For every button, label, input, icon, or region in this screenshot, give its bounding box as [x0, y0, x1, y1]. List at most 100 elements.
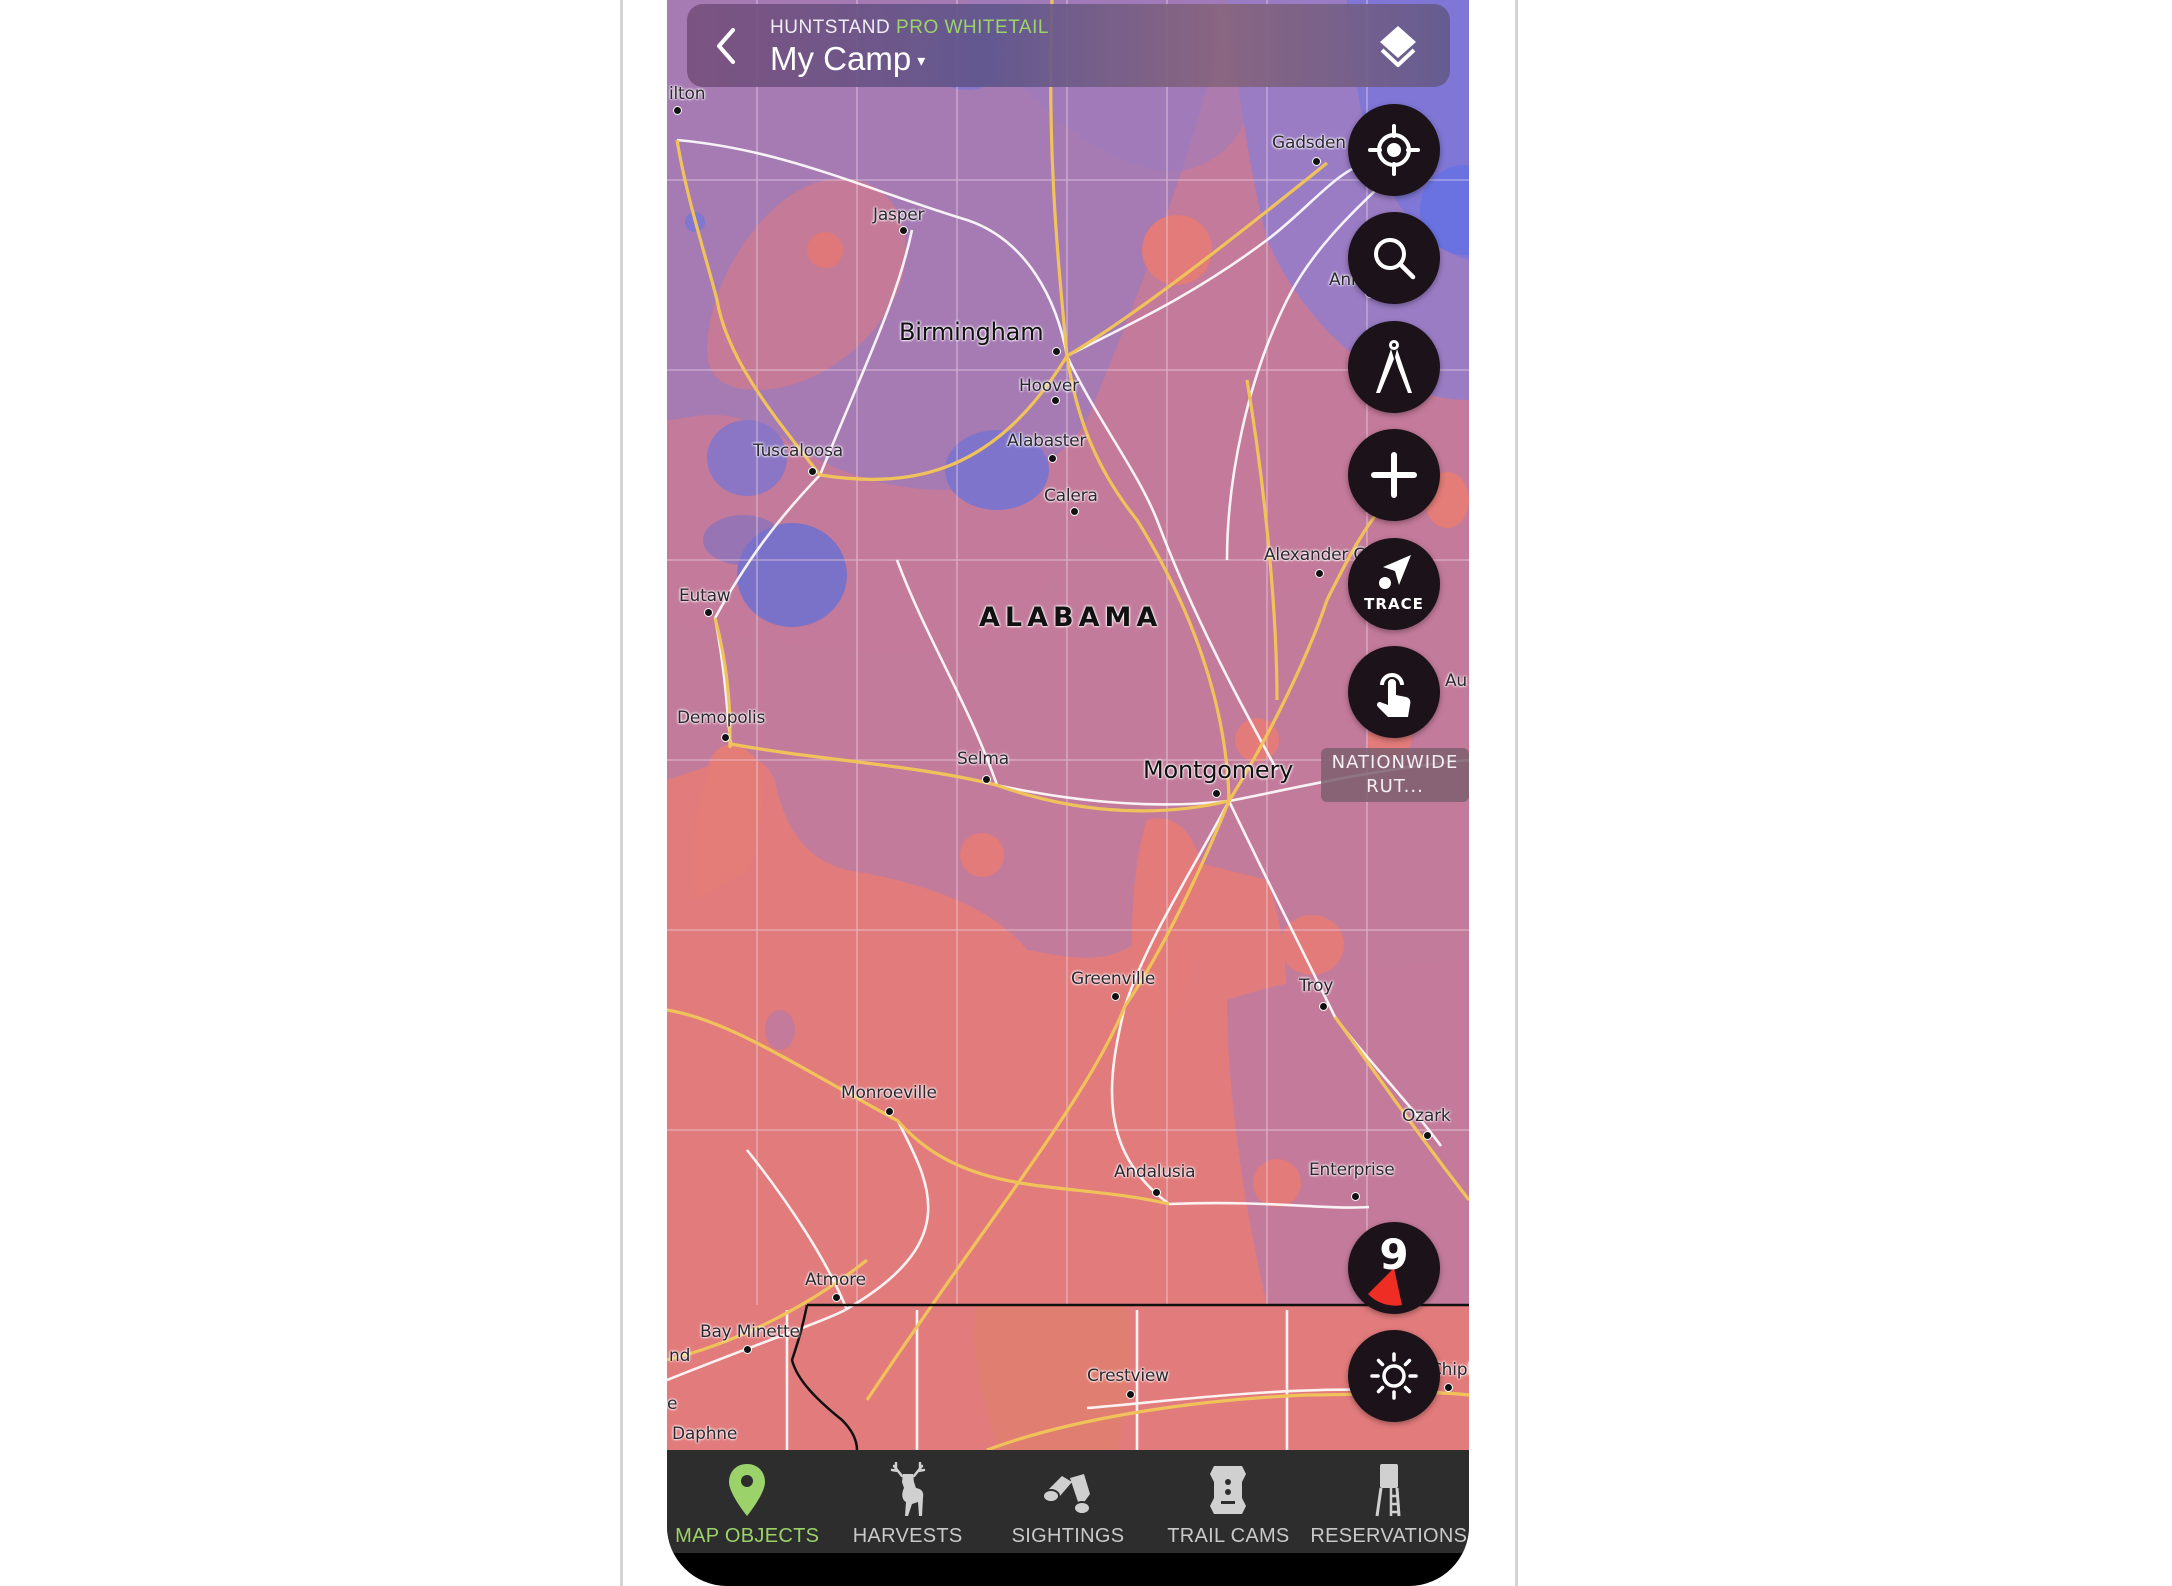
- active-layer-badge[interactable]: NATIONWIDE RUT...: [1321, 748, 1469, 802]
- touch-select-button[interactable]: [1348, 646, 1440, 738]
- tab-label: RESERVATIONS: [1310, 1525, 1468, 1547]
- add-button[interactable]: [1348, 429, 1440, 521]
- city-label-crestview: Crestview: [1087, 1366, 1169, 1386]
- city-dot: [743, 1345, 752, 1354]
- city-label-ozark: Ozark: [1402, 1106, 1451, 1126]
- tab-harvests[interactable]: HARVESTS: [827, 1450, 987, 1553]
- city-dot: [1423, 1131, 1432, 1140]
- city-dot: [673, 106, 682, 115]
- city-dot: [1444, 1383, 1453, 1392]
- locate-button[interactable]: [1348, 104, 1440, 196]
- city-dot: [1052, 347, 1061, 356]
- trace-button[interactable]: TRACE: [1348, 538, 1440, 630]
- city-dot: [1315, 569, 1324, 578]
- brand-name: HUNTSTAND: [770, 17, 891, 38]
- camp-selector[interactable]: My Camp ▾: [770, 40, 925, 78]
- back-button[interactable]: [709, 22, 745, 70]
- city-label-eutaw: Eutaw: [679, 586, 731, 606]
- tab-label: HARVESTS: [852, 1525, 963, 1547]
- bottom-tab-bar: MAP OBJECTS HARVESTS SIGHTINGS TRAIL CAM…: [667, 1450, 1469, 1553]
- map-pin-icon: [729, 1464, 766, 1516]
- camp-name: My Camp: [770, 40, 912, 77]
- city-label-daphne: Daphne: [672, 1424, 738, 1444]
- chevron-left-icon: [717, 28, 735, 64]
- city-label-jasper: Jasper: [873, 205, 925, 225]
- city-label-bay-minette: Bay Minette: [700, 1322, 800, 1342]
- city-label-hoover: Hoover: [1019, 376, 1079, 396]
- city-label-enterprise: Enterprise: [1309, 1160, 1395, 1180]
- phone-screen: ilton Jasper Birmingham Hoover Alabaster…: [667, 0, 1469, 1586]
- app-brand: HUNTSTAND PRO WHITETAIL: [770, 17, 1049, 39]
- city-dot: [885, 1107, 894, 1116]
- city-label-calera: Calera: [1044, 486, 1098, 506]
- top-bar: HUNTSTAND PRO WHITETAIL My Camp ▾: [687, 4, 1450, 87]
- search-button[interactable]: [1348, 212, 1440, 304]
- city-dot: [1126, 1390, 1135, 1399]
- map-view[interactable]: ilton Jasper Birmingham Hoover Alabaster…: [667, 0, 1469, 1450]
- city-label-alabaster: Alabaster: [1007, 431, 1087, 451]
- city-label-tuscaloosa: Tuscaloosa: [753, 441, 843, 461]
- layers-icon: [1380, 26, 1416, 67]
- trail-camera-icon: [1210, 1466, 1247, 1514]
- city-dot: [1212, 789, 1221, 798]
- layer-badge-line1: NATIONWIDE: [1331, 752, 1459, 773]
- city-dot: [1152, 1188, 1161, 1197]
- tab-label: TRAIL CAMS: [1167, 1525, 1290, 1547]
- sun-icon: [1370, 1352, 1418, 1400]
- city-label-monroeville: Monroeville: [841, 1083, 937, 1103]
- city-label-auburn: Au: [1445, 671, 1468, 691]
- city-dot: [1051, 396, 1060, 405]
- city-dot: [1319, 1002, 1328, 1011]
- layer-badge-line2: RUT...: [1366, 776, 1424, 797]
- city-dot: [1111, 992, 1120, 1001]
- city-label-selma: Selma: [957, 749, 1009, 769]
- city-label-hamilton: ilton: [669, 84, 706, 104]
- wind-speed-value: 9: [1379, 1230, 1409, 1279]
- city-dot: [1070, 507, 1079, 516]
- city-label-partial: nd: [669, 1346, 691, 1366]
- brand-tier: PRO WHITETAIL: [896, 17, 1049, 38]
- city-label-gadsden: Gadsden: [1272, 133, 1346, 153]
- device-frame-right: [1515, 0, 1518, 1586]
- tab-trail-cams[interactable]: TRAIL CAMS: [1148, 1450, 1308, 1553]
- city-dot: [899, 226, 908, 235]
- city-label-troy: Troy: [1299, 976, 1334, 996]
- tree-stand-icon: [1375, 1464, 1401, 1517]
- city-dot: [808, 467, 817, 476]
- crosshair-locate-icon: [1368, 124, 1420, 176]
- city-dot: [704, 608, 713, 617]
- city-label-demopolis: Demopolis: [677, 708, 766, 728]
- wind-compass-button[interactable]: 9: [1348, 1222, 1440, 1314]
- state-label: ALABAMA: [979, 602, 1163, 633]
- binoculars-icon: [1042, 1474, 1092, 1515]
- device-frame-left: [620, 0, 623, 1586]
- city-dot: [832, 1293, 841, 1302]
- city-dot: [721, 733, 730, 742]
- tab-map-objects[interactable]: MAP OBJECTS: [667, 1450, 827, 1553]
- city-label-birmingham: Birmingham: [899, 318, 1044, 346]
- city-dot: [982, 775, 991, 784]
- city-label-greenville: Greenville: [1071, 969, 1156, 989]
- trace-arrow-icon: [1379, 555, 1411, 589]
- caret-down-icon: ▾: [917, 53, 926, 71]
- tab-sightings[interactable]: SIGHTINGS: [988, 1450, 1148, 1553]
- city-label-partial: e: [667, 1394, 678, 1414]
- tab-reservations[interactable]: RESERVATIONS: [1309, 1450, 1469, 1553]
- tap-finger-icon: [1376, 673, 1411, 717]
- deer-icon: [890, 1462, 925, 1516]
- tab-label: MAP OBJECTS: [675, 1525, 820, 1547]
- plus-icon: [1371, 452, 1417, 498]
- trace-label: TRACE: [1364, 595, 1424, 613]
- city-label-andalusia: Andalusia: [1114, 1162, 1196, 1182]
- compass-divider-icon: [1376, 340, 1412, 393]
- search-icon: [1374, 238, 1416, 280]
- city-label-montgomery: Montgomery: [1143, 756, 1294, 784]
- city-label-atmore: Atmore: [805, 1270, 866, 1290]
- brightness-button[interactable]: [1348, 1330, 1440, 1422]
- layers-button[interactable]: [1372, 20, 1424, 72]
- city-dot: [1351, 1192, 1360, 1201]
- measure-button[interactable]: [1348, 321, 1440, 413]
- city-dot: [1312, 157, 1321, 166]
- city-dot: [1048, 454, 1057, 463]
- tab-label: SIGHTINGS: [1011, 1525, 1125, 1547]
